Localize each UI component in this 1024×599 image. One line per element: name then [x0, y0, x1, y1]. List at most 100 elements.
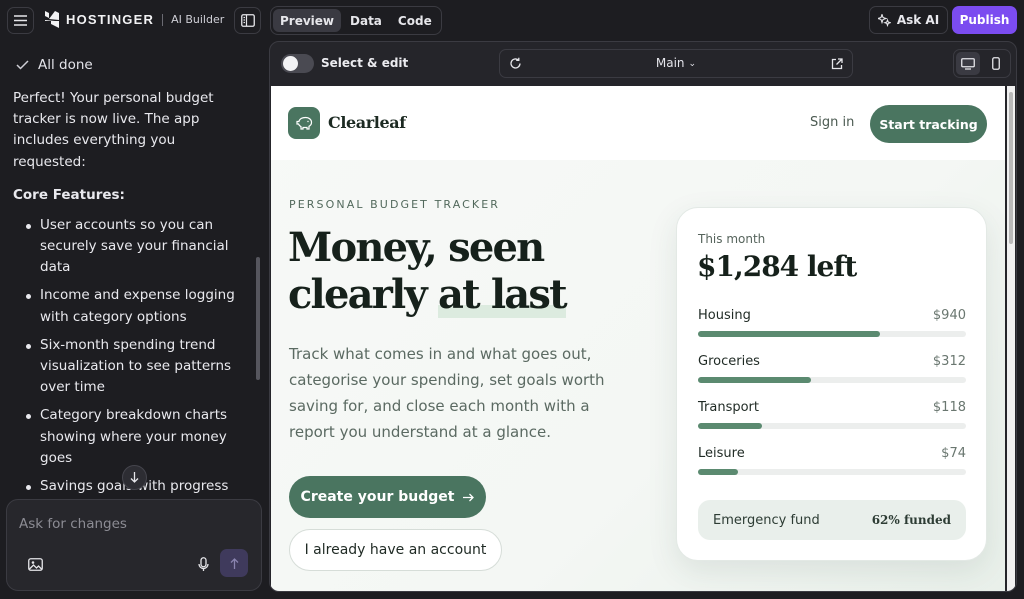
create-budget-label: Create your budget	[300, 489, 455, 505]
mobile-view-button[interactable]	[984, 52, 1008, 75]
ask-changes-input[interactable]	[19, 514, 249, 534]
brand: HOSTINGER AI Builder	[44, 11, 224, 28]
list-item: User accounts so you can securely save y…	[13, 215, 250, 279]
microphone-button[interactable]	[193, 554, 213, 574]
arrow-up-icon	[230, 557, 238, 569]
ask-ai-button[interactable]: Ask AI	[869, 6, 948, 34]
features-list: User accounts so you can securely save y…	[13, 215, 250, 496]
category-name: Groceries	[698, 354, 760, 369]
scroll-to-bottom-button[interactable]	[122, 465, 147, 490]
route-selector[interactable]: Main ⌄	[500, 56, 852, 70]
status-row: All done	[16, 57, 250, 73]
category-amount: $312	[932, 354, 966, 369]
menu-button[interactable]	[7, 7, 34, 34]
preview-toolbar: Select & edit Main ⌄	[270, 42, 1016, 85]
status-text: All done	[38, 57, 93, 73]
hero-title-line1: Money, seen	[288, 224, 545, 271]
category-amount: $940	[932, 308, 966, 323]
preview-scrollbar[interactable]	[1007, 86, 1015, 591]
emergency-fund-row: Emergency fund 62% funded	[698, 500, 966, 540]
desktop-view-button[interactable]	[956, 52, 980, 75]
route-bar: Main ⌄	[499, 49, 853, 78]
open-external-button[interactable]	[831, 58, 843, 70]
progress-fill	[698, 469, 739, 475]
tab-preview[interactable]: Preview	[273, 9, 342, 32]
preview-scroll-thumb[interactable]	[1009, 92, 1013, 244]
category-name: Housing	[698, 308, 751, 323]
route-label: Main	[655, 56, 685, 70]
category-amount: $118	[932, 400, 966, 415]
piggy-bank-logo-icon	[288, 107, 320, 139]
category-transport: Transport $118	[698, 400, 966, 429]
ask-ai-label: Ask AI	[896, 13, 940, 27]
start-tracking-button[interactable]: Start tracking	[870, 105, 987, 143]
hero-title-highlight: at last	[437, 271, 568, 318]
hamburger-icon	[14, 15, 27, 26]
mobile-icon	[992, 57, 1000, 70]
progress-fill	[698, 377, 811, 383]
list-item: Six-month spending trend visualization t…	[13, 335, 250, 399]
hostinger-logo-icon	[45, 11, 59, 28]
progress-track	[698, 331, 966, 337]
sidebar-panel-icon	[240, 14, 255, 27]
image-icon	[27, 557, 43, 571]
chat-scrollbar[interactable]	[256, 257, 260, 380]
list-item: Category breakdown charts showing where …	[13, 405, 250, 469]
category-name: Transport	[698, 400, 760, 415]
chevron-down-icon: ⌄	[688, 59, 697, 69]
top-bar: HOSTINGER AI Builder Preview Data Code A…	[0, 0, 1024, 41]
device-toggle	[953, 49, 1011, 78]
features-heading: Core Features:	[13, 186, 125, 203]
composer	[6, 499, 262, 591]
view-tabs: Preview Data Code	[270, 6, 442, 35]
budget-summary-card: This month $1,284 left Housing $940 Groce…	[676, 207, 987, 561]
arrow-right-icon	[463, 493, 475, 501]
sign-in-link[interactable]: Sign in	[810, 115, 854, 130]
hero-eyebrow: PERSONAL BUDGET TRACKER	[289, 198, 501, 211]
check-icon	[16, 60, 29, 70]
progress-track	[698, 377, 966, 383]
desktop-icon	[961, 57, 975, 70]
sparkle-icon	[877, 13, 891, 27]
emergency-fund-value: 62% funded	[871, 513, 951, 527]
toggle-knob	[283, 56, 298, 71]
arrow-down-icon	[130, 472, 139, 483]
microphone-icon	[197, 556, 209, 571]
select-edit-label: Select & edit	[321, 56, 409, 70]
external-link-icon	[831, 58, 843, 70]
category-housing: Housing $940	[698, 308, 966, 337]
progress-fill	[698, 423, 763, 429]
product-name: AI Builder	[171, 13, 225, 26]
send-button[interactable]	[220, 549, 248, 577]
existing-account-button[interactable]: I already have an account	[289, 529, 502, 571]
progress-track	[698, 469, 966, 475]
select-edit-toggle[interactable]	[281, 54, 314, 73]
website-preview: Clearleaf Sign in Start tracking PERSONA…	[271, 86, 1005, 591]
list-item: Income and expense logging with category…	[13, 285, 250, 327]
tab-code[interactable]: Code	[391, 9, 439, 32]
progress-track	[698, 423, 966, 429]
chat-messages[interactable]: All done Perfect! Your personal budget t…	[0, 41, 262, 496]
progress-fill	[698, 331, 881, 337]
site-header: Clearleaf Sign in Start tracking	[271, 86, 1005, 160]
tab-data[interactable]: Data	[343, 9, 389, 32]
card-period-label: This month	[698, 232, 766, 246]
toggle-panel-button[interactable]	[234, 7, 261, 34]
piggy-bank-icon	[295, 116, 312, 130]
brand-divider	[162, 13, 164, 26]
hero-description: Track what comes in and what goes out, c…	[289, 345, 605, 441]
hero-title: Money, seen clearly at last	[288, 224, 568, 318]
attach-image-button[interactable]	[25, 554, 45, 574]
brand-name: HOSTINGER	[66, 12, 155, 27]
emergency-fund-label: Emergency fund	[713, 512, 820, 528]
chat-panel: All done Perfect! Your personal budget t…	[0, 41, 268, 599]
publish-button[interactable]: Publish	[952, 6, 1017, 34]
category-groceries: Groceries $312	[698, 354, 966, 383]
category-name: Leisure	[698, 446, 745, 461]
hero-title-line2a: clearly	[288, 271, 438, 318]
create-budget-button[interactable]: Create your budget	[289, 476, 486, 518]
assistant-message: Perfect! Your personal budget tracker is…	[13, 90, 214, 170]
category-amount: $74	[941, 446, 966, 461]
remaining-amount: $1,284 left	[697, 250, 857, 283]
preview-frame: Select & edit Main ⌄ Clearleaf Sign in S…	[269, 41, 1017, 592]
